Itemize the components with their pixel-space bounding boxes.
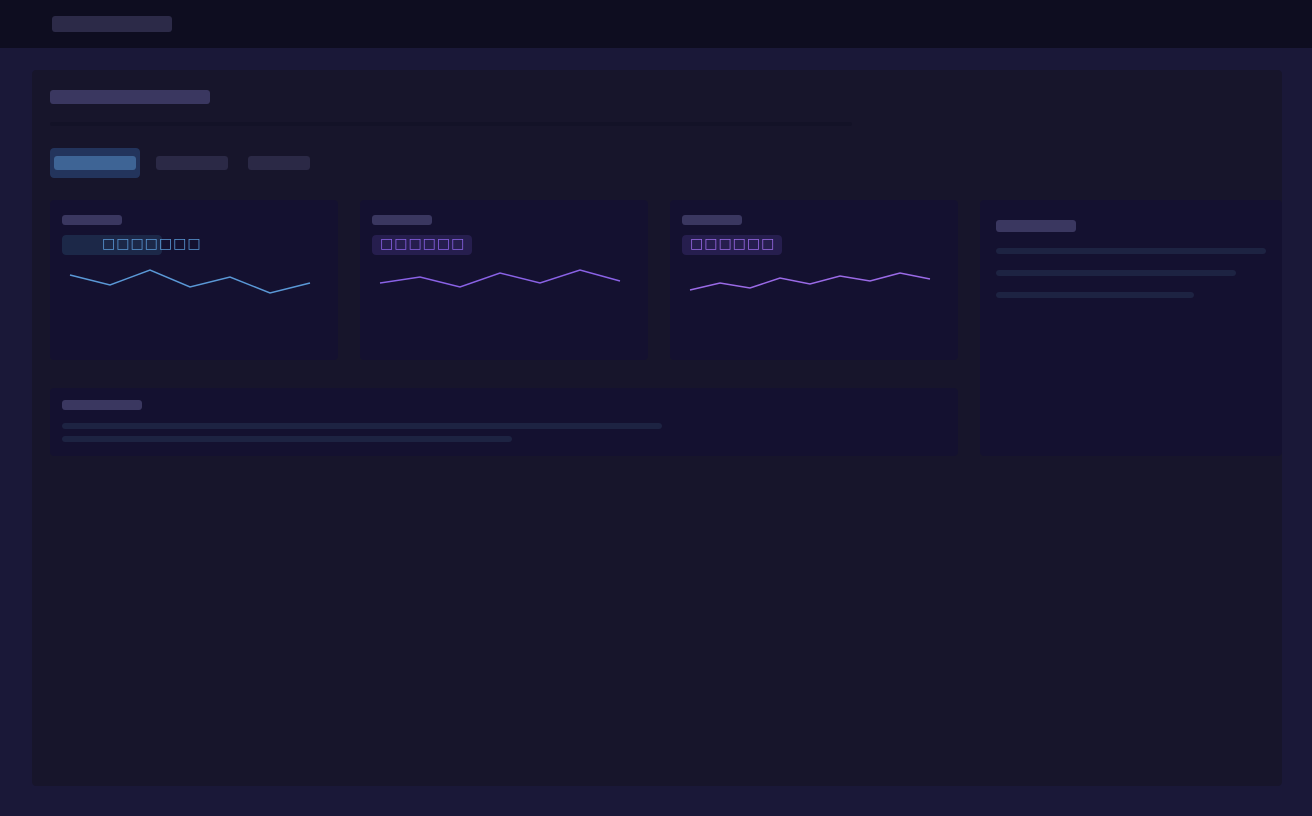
metric-card-3-sparkline <box>689 272 931 291</box>
side-line-placeholder <box>996 270 1236 276</box>
metric-card-1-sparkline <box>69 269 311 294</box>
summary-card <box>50 388 958 456</box>
sparkline-path <box>689 272 931 291</box>
summary-line-placeholder <box>62 436 512 442</box>
summary-card-label-placeholder <box>62 400 142 410</box>
sparkline-path <box>69 269 311 294</box>
page-title-placeholder <box>50 90 210 104</box>
tab-2-label-placeholder <box>156 156 228 170</box>
summary-line-placeholder <box>62 423 662 429</box>
metric-card-2[interactable]: □□□□□□ <box>360 200 648 360</box>
tab-2[interactable] <box>152 148 232 178</box>
side-panel-label-placeholder <box>996 220 1076 232</box>
main-panel: □□□□□□□ □□□□□□ □□□□□□ <box>32 70 1282 786</box>
metric-card-1[interactable]: □□□□□□□ <box>50 200 338 360</box>
tab-1[interactable] <box>50 148 140 178</box>
tab-1-label-placeholder <box>54 156 136 170</box>
side-line-placeholder <box>996 248 1266 254</box>
metric-card-2-sparkline <box>379 269 621 288</box>
sparkline-path <box>379 269 621 288</box>
app-title-placeholder <box>52 16 172 32</box>
tab-3[interactable] <box>244 148 314 178</box>
metric-card-3[interactable]: □□□□□□ <box>670 200 958 360</box>
side-line-placeholder <box>996 292 1194 298</box>
tab-3-label-placeholder <box>248 156 310 170</box>
header-divider <box>50 122 852 126</box>
side-panel-card <box>980 200 1282 456</box>
top-bar <box>0 0 1312 48</box>
